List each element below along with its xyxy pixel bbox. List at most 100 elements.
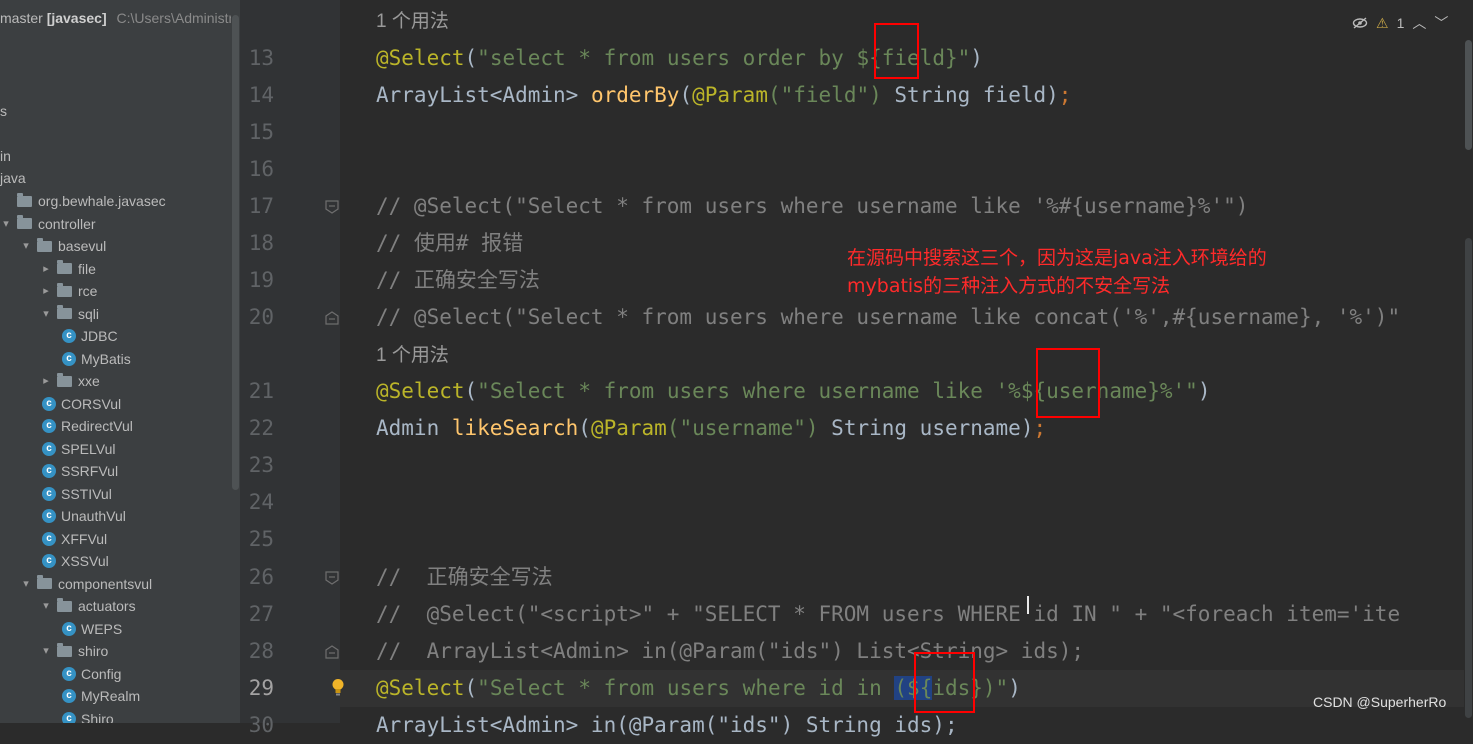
tree-class-file[interactable]: c JDBC	[62, 325, 118, 347]
fold-start-icon[interactable]	[324, 199, 340, 215]
code-line-27[interactable]: // @Select("<script>" + "SELECT * FROM u…	[376, 596, 1400, 633]
chevron-right-icon[interactable]: ▸	[40, 280, 52, 302]
tree-class-file[interactable]: c RedirectVul	[42, 415, 133, 437]
tree-item-label: actuators	[78, 598, 136, 614]
editor-scrollbar[interactable]	[1464, 0, 1473, 723]
java-class-icon: c	[42, 441, 56, 456]
line-number: 13	[248, 46, 274, 70]
lightbulb-icon[interactable]	[331, 678, 345, 696]
tree-item-label: MyBatis	[81, 350, 131, 367]
tree-item[interactable]: java	[0, 167, 26, 189]
tree-class-file[interactable]: c Shiro	[62, 708, 114, 723]
java-class-icon: c	[42, 554, 56, 568]
chevron-right-icon[interactable]: ▸	[40, 370, 52, 392]
tree-item[interactable]: s	[0, 100, 7, 122]
tree-class-file[interactable]: c CORSVul	[42, 393, 121, 415]
folder-icon	[17, 192, 32, 207]
tree-item[interactable]: in	[0, 145, 11, 167]
folder-icon	[57, 597, 72, 612]
tree-item-label: Config	[81, 665, 122, 682]
chevron-down-icon[interactable]: ﹀	[1434, 13, 1448, 33]
chevron-down-icon[interactable]: ▾	[40, 595, 52, 617]
tree-folder[interactable]: ▾ basevul	[20, 235, 106, 257]
paren-token: )	[970, 46, 983, 70]
tree-class-file[interactable]: c WEPS	[62, 618, 122, 640]
text-cursor-icon	[1027, 596, 1029, 614]
paren-token: (	[464, 676, 478, 700]
chevron-down-icon[interactable]: ▾	[40, 303, 52, 325]
chevron-down-icon[interactable]: ▾	[0, 213, 12, 235]
fold-start-icon[interactable]	[324, 570, 340, 586]
code-line-30[interactable]: ArrayList<Admin> in(@Param("ids") String…	[376, 707, 958, 744]
tree-item-label: WEPS	[81, 620, 123, 637]
chevron-down-icon[interactable]: ▾	[20, 573, 32, 595]
code-line-18[interactable]: // 使用# 报错	[376, 225, 523, 262]
chevron-down-icon[interactable]: ▾	[40, 640, 52, 662]
tree-class-file[interactable]: c XFFVul	[42, 528, 107, 550]
tree-class-file[interactable]: c SPELVul	[42, 438, 115, 460]
tree-folder[interactable]: ▾ actuators	[40, 595, 136, 617]
code-line-26[interactable]: // 正确安全写法	[376, 559, 553, 596]
sidebar-scroll-thumb[interactable]	[232, 15, 239, 490]
code-line-28[interactable]: // ArrayList<Admin> in(@Param("ids") Lis…	[376, 633, 1084, 670]
project-path: C:\Users\Administrat	[116, 10, 232, 26]
project-header[interactable]: master [javasec] C:\Users\Administrat	[0, 10, 232, 26]
tree-folder[interactable]: ▸ rce	[40, 280, 97, 302]
param-token: String username)	[818, 416, 1034, 440]
method-name: likeSearch	[451, 416, 579, 440]
chevron-right-icon[interactable]: ▸	[40, 258, 52, 280]
type-token: Admin	[376, 416, 452, 440]
code-line-19[interactable]: // 正确安全写法	[376, 262, 540, 299]
watermark: CSDN @SuperherRo	[1313, 694, 1447, 710]
tree-class-file[interactable]: c UnauthVul	[42, 505, 126, 527]
eye-off-icon[interactable]	[1352, 16, 1368, 30]
tree-class-file[interactable]: c SSRFVul	[42, 460, 118, 482]
chevron-down-icon[interactable]: ▾	[20, 235, 32, 257]
line-number: 28	[248, 639, 274, 663]
code-line-22[interactable]: Admin likeSearch(@Param("username") Stri…	[376, 410, 1046, 447]
annotation-token: @Param	[692, 83, 768, 107]
code-line-14[interactable]: ArrayList<Admin> orderBy(@Param("field")…	[376, 77, 1071, 114]
tree-class-file[interactable]: c MyBatis	[62, 348, 131, 370]
semicolon-token: ;	[1033, 416, 1047, 440]
param-token: String field)	[881, 83, 1059, 107]
tree-item-label: rce	[78, 283, 98, 299]
tree-class-file[interactable]: c Config	[62, 663, 121, 685]
chevron-up-icon[interactable]: ︿	[1412, 13, 1426, 33]
java-class-icon: c	[62, 689, 76, 703]
sidebar-scrollbar[interactable]	[231, 0, 240, 723]
tree-item-label: sqli	[78, 305, 100, 322]
annotation-note: 在源码中搜索这三个，因为这是java注入环境给的 mybatis的三种注入方式的…	[847, 244, 1267, 300]
code-line-17[interactable]: // @Select("Select * from users where us…	[376, 188, 1248, 225]
inspection-widget[interactable]: ⚠ 1 ︿ ﹀	[1352, 13, 1448, 33]
tree-class-file[interactable]: c XSSVul	[42, 550, 109, 572]
fold-end-icon[interactable]	[324, 310, 340, 326]
folder-icon	[57, 260, 72, 274]
tree-folder[interactable]: ▸ file	[40, 258, 96, 280]
annotation-token: @Select	[376, 676, 465, 700]
tree-folder[interactable]: ▾ controller	[0, 213, 96, 235]
usage-hint[interactable]: 1 个用法	[376, 337, 449, 374]
paren-token: (	[464, 379, 478, 403]
annotation-token: @Select	[376, 379, 465, 403]
tree-item-label: XFFVul	[61, 530, 108, 547]
java-class-icon: c	[42, 464, 56, 478]
semicolon-token: ;	[1058, 83, 1072, 107]
tree-folder[interactable]: ▸ xxe	[40, 370, 100, 392]
tree-folder[interactable]: ▾ sqli	[40, 303, 99, 325]
tree-folder[interactable]: ▾ shiro	[40, 640, 108, 662]
tree-folder[interactable]: ▾ componentsvul	[20, 573, 152, 595]
paren-token: )	[1008, 676, 1021, 700]
fold-end-icon[interactable]	[324, 644, 340, 660]
tree-class-file[interactable]: c SSTIVul	[42, 483, 112, 505]
warning-count: 1	[1396, 15, 1405, 31]
folder-icon	[57, 282, 72, 297]
usage-hint[interactable]: 1 个用法	[376, 3, 449, 40]
code-line-20[interactable]: // @Select("Select * from users where us…	[376, 299, 1400, 336]
folder-icon	[37, 575, 52, 589]
tree-class-file[interactable]: c MyRealm	[62, 685, 140, 707]
note-line: mybatis的三种注入方式的不安全写法	[847, 275, 1171, 297]
editor-scroll-thumb[interactable]	[1465, 40, 1472, 150]
tree-folder[interactable]: org.bewhale.javasec	[0, 190, 166, 212]
line-number: 17	[248, 194, 274, 218]
